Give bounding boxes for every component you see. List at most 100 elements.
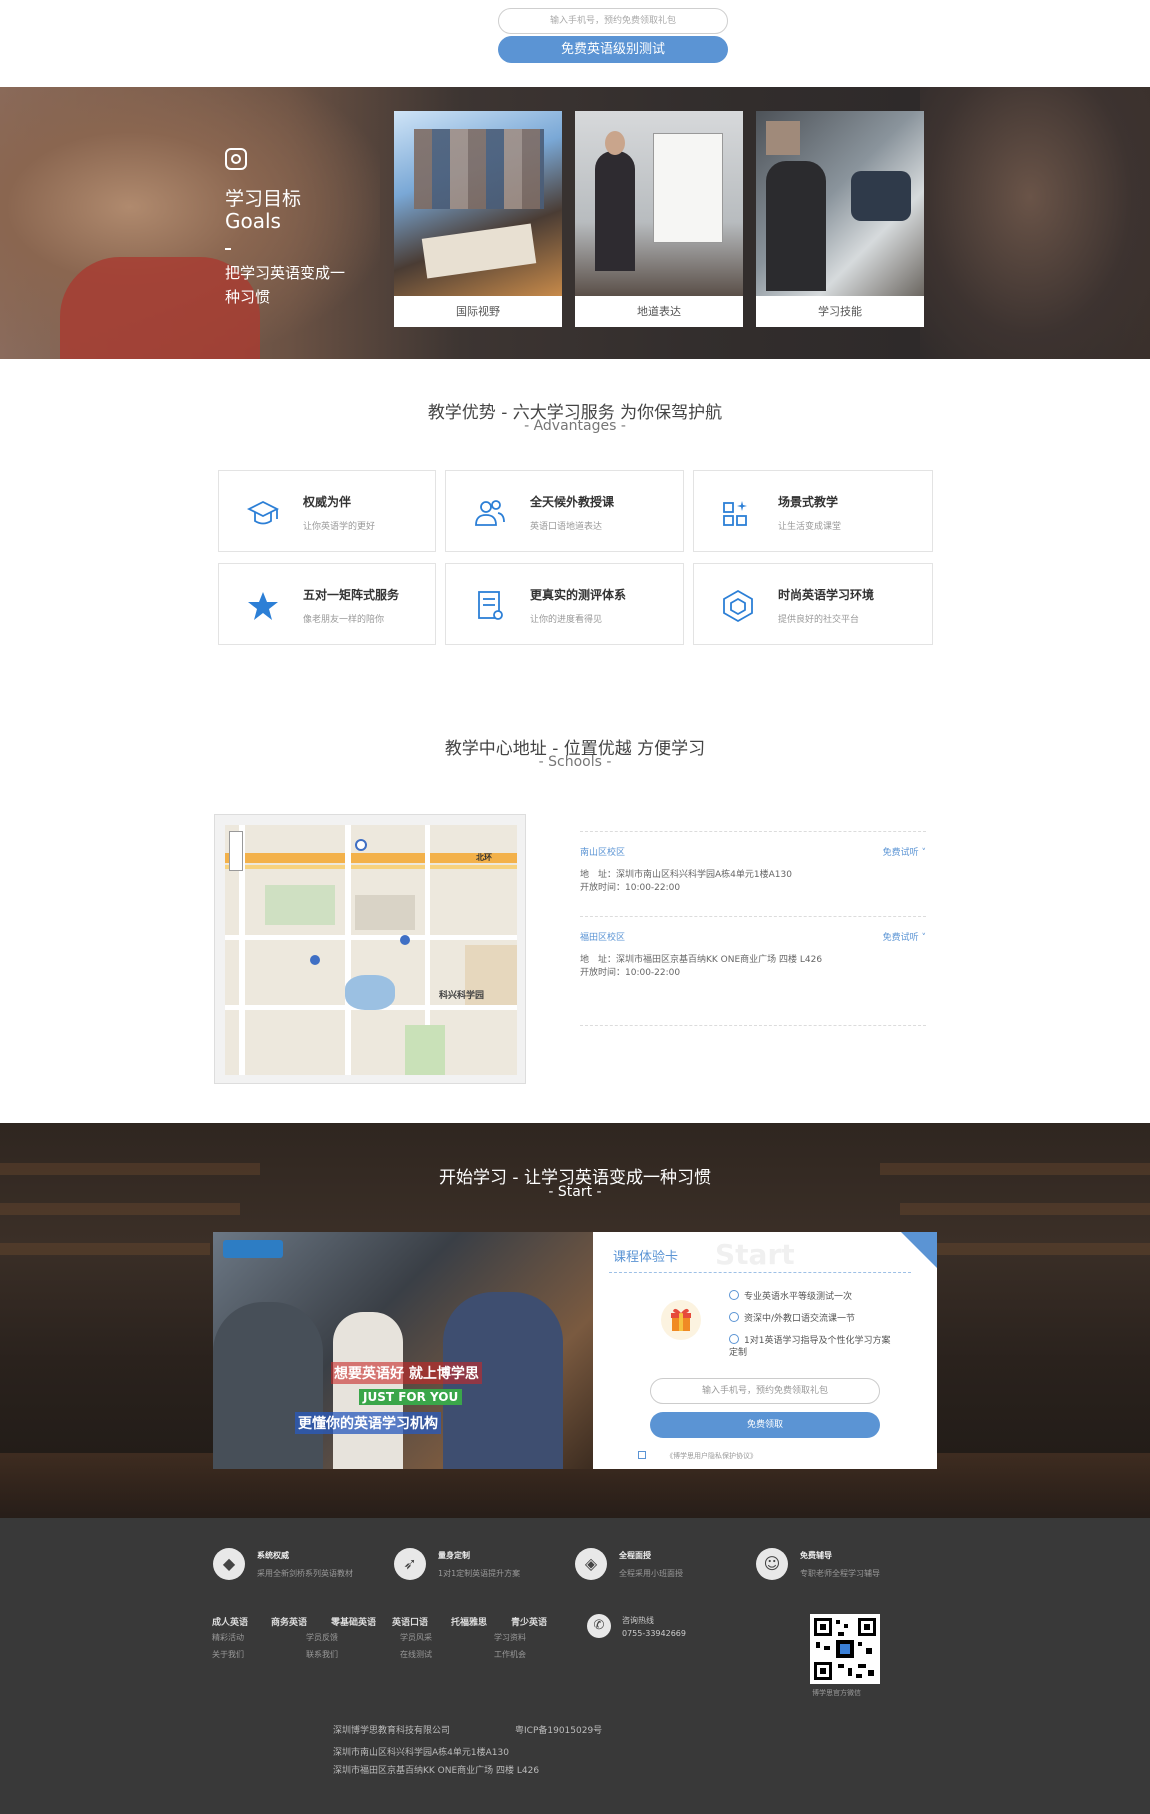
goal-card-photo (394, 111, 562, 296)
phone-input[interactable]: 输入手机号，预约免费领取礼包 (650, 1378, 880, 1404)
footer-sub-link[interactable]: 工作机会 (494, 1649, 526, 1660)
footer-nav-link[interactable]: 零基础英语 (331, 1615, 376, 1628)
footer-nav-link[interactable]: 成人英语 (212, 1615, 248, 1628)
footer-address: 深圳市南山区科兴科学园A栋4单元1楼A130 (333, 1748, 509, 1758)
goal-card-native[interactable]: 地道表达 (575, 111, 743, 327)
feature-desc: 全程采用小班面授 (619, 1569, 683, 1578)
diamond-icon: ◆ (213, 1548, 245, 1580)
document-icon (472, 588, 508, 624)
divider (580, 1025, 926, 1026)
advantage-desc: 像老朋友一样的陪你 (303, 615, 385, 625)
footer-sub-link[interactable]: 精彩活动 (212, 1632, 244, 1643)
map-pin-icon[interactable] (355, 839, 367, 851)
form-title: 课程体验卡 (613, 1250, 679, 1265)
icp-number[interactable]: 粤ICP备19015029号 (515, 1723, 602, 1736)
goals-title-en: Goals (225, 209, 281, 233)
hotline-number[interactable]: 0755-33942669 (622, 1629, 686, 1638)
footer-nav-link[interactable]: 托福雅思 (451, 1615, 487, 1628)
goals-banner: 学习目标 Goals 把学习英语变成一种习惯 国际视野 地道表达 学习技能 (0, 87, 1150, 359)
feature-desc: 1对1定制英语提升方案 (438, 1569, 521, 1578)
logo-icon (223, 1240, 283, 1258)
free-test-button[interactable]: 免费英语级别测试 (498, 36, 728, 63)
schools-subtitle: - Schools - (538, 754, 612, 770)
rocket-icon: ➶ (394, 1548, 426, 1580)
feature-title: 系统权威 (257, 1551, 289, 1560)
school-hours: 开放时间：10:00-22:00 (580, 883, 681, 893)
advantage-card[interactable]: 时尚英语学习环境 提供良好的社交平台 (693, 563, 933, 645)
agree-checkbox[interactable] (638, 1451, 646, 1459)
map-zoom-control[interactable] (229, 831, 243, 871)
footer-sub-link[interactable]: 联系我们 (306, 1649, 338, 1660)
advantage-desc: 让你英语学的更好 (303, 522, 376, 532)
company-name: 深圳博学思教育科技有限公司 (333, 1726, 451, 1736)
advantage-title: 全天候外教授课 (530, 495, 615, 509)
school-map[interactable]: 北环 科兴科学园 (214, 814, 526, 1084)
promo-photo: 想要英语好 就上博学思 JUST FOR YOU 更懂你的英语学习机构 (213, 1232, 593, 1469)
feature-desc: 采用全新剑桥系列英语教材 (257, 1569, 353, 1578)
ghost-text: Start (715, 1238, 795, 1271)
advantage-card[interactable]: 场景式教学 让生活变成课堂 (693, 470, 933, 552)
map-label: 科兴科学园 (439, 991, 485, 1001)
check-icon (729, 1312, 739, 1322)
check-icon (729, 1290, 739, 1300)
star-icon (245, 588, 281, 624)
advantage-desc: 让生活变成课堂 (778, 522, 842, 532)
advantage-card[interactable]: 权威为伴 让你英语学的更好 (218, 470, 436, 552)
advantage-card[interactable]: 全天候外教授课 英语口语地道表达 (445, 470, 684, 552)
advantage-card[interactable]: 五对一矩阵式服务 像老朋友一样的陪你 (218, 563, 436, 645)
grid-sparkle-icon (720, 495, 756, 531)
check-icon (729, 1334, 739, 1344)
promo-line-1: 想要英语好 就上博学思 (331, 1362, 482, 1384)
footer-address: 深圳市福田区京基百纳KK ONE商业广场 四楼 L426 (333, 1766, 540, 1776)
goal-card-photo (756, 111, 924, 296)
map-pin-icon[interactable] (400, 935, 410, 945)
user-icon: ☺ (756, 1548, 788, 1580)
map-pin-icon[interactable] (310, 955, 320, 965)
graduation-cap-icon: ◈ (575, 1548, 607, 1580)
school-name[interactable]: 南山区校区 (580, 845, 625, 858)
goal-card-label: 地道表达 (575, 296, 743, 327)
school-hours: 开放时间：10:00-22:00 (580, 968, 681, 978)
advantage-title: 更真实的测评体系 (530, 588, 627, 602)
feature-title: 量身定制 (438, 1551, 470, 1560)
footer-sub-link[interactable]: 学员风采 (400, 1632, 432, 1643)
advantage-title: 权威为伴 (303, 495, 352, 509)
goals-dash (225, 248, 231, 250)
school-address: 地 址：深圳市福田区京基百纳KK ONE商业广场 四楼 L426 (580, 955, 823, 965)
map-canvas: 北环 科兴科学园 (225, 825, 517, 1075)
advantage-card[interactable]: 更真实的测评体系 让你的进度看得见 (445, 563, 684, 645)
instagram-icon[interactable] (225, 148, 247, 170)
divider (580, 831, 926, 832)
qr-caption: 博学思官方微信 (812, 1689, 861, 1697)
phone-icon: ✆ (587, 1614, 611, 1638)
advantage-desc: 英语口语地道表达 (530, 522, 603, 532)
banner-photo-right (920, 87, 1150, 359)
footer-nav-link[interactable]: 青少英语 (511, 1615, 547, 1628)
footer-sub-link[interactable]: 学员反馈 (306, 1632, 338, 1643)
start-section: 开始学习 - 让学习英语变成一种习惯 - Start - 想要英语好 就上博学思… (0, 1123, 1150, 1518)
goal-card-skills[interactable]: 学习技能 (756, 111, 924, 327)
wechat-qr-code (810, 1614, 880, 1684)
signup-bar: 输入手机号，预约免费领取礼包 免费英语级别测试 (0, 0, 1150, 87)
gift-icon (661, 1300, 701, 1340)
free-trial-link[interactable]: 免费试听 ˅ (883, 930, 926, 943)
claim-button[interactable]: 免费领取 (650, 1412, 880, 1438)
feature-title: 免费辅导 (800, 1551, 832, 1560)
phone-input[interactable]: 输入手机号，预约免费领取礼包 (498, 8, 728, 34)
advantage-title: 五对一矩阵式服务 (303, 588, 400, 602)
footer-nav-link[interactable]: 商务英语 (271, 1615, 307, 1628)
free-trial-link[interactable]: 免费试听 ˅ (883, 845, 926, 858)
goal-card-photo (575, 111, 743, 296)
footer-sub-link[interactable]: 学习资料 (494, 1632, 526, 1643)
school-name[interactable]: 福田区校区 (580, 930, 625, 943)
advantages-subtitle: - Advantages - (524, 418, 626, 434)
footer-sub-link[interactable]: 在线测试 (400, 1649, 432, 1660)
graduation-cap-icon (245, 495, 281, 531)
goal-card-intl[interactable]: 国际视野 (394, 111, 562, 327)
goal-card-label: 学习技能 (756, 296, 924, 327)
agreement-link[interactable]: 《博学思用户隐私保护协议》 (666, 1452, 757, 1460)
agreement[interactable]: 《博学思用户隐私保护协议》 (638, 1451, 757, 1461)
footer-sub-link[interactable]: 关于我们 (212, 1649, 244, 1660)
footer-nav-link[interactable]: 英语口语 (392, 1615, 428, 1628)
divider (580, 916, 926, 917)
